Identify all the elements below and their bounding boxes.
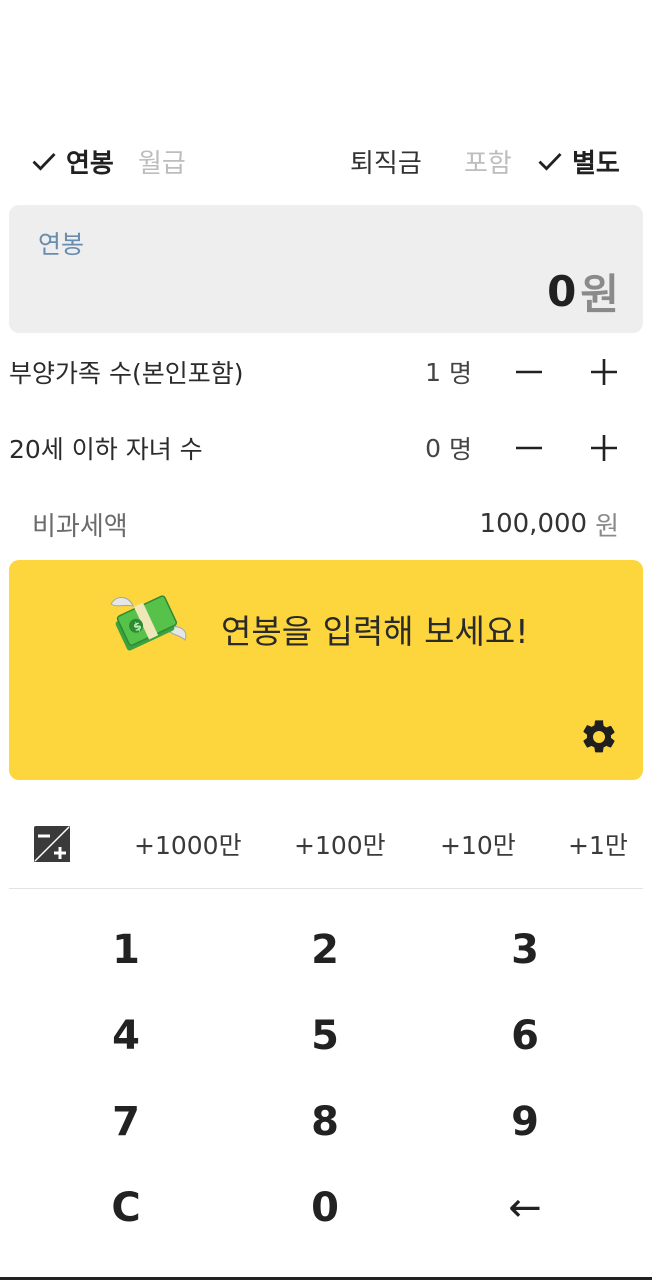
minus-icon: [516, 370, 542, 374]
key-clear[interactable]: C: [56, 1168, 196, 1248]
salary-input-field[interactable]: 연봉 0 원: [9, 205, 643, 333]
severance-label: 퇴직금: [350, 138, 422, 184]
dependents-plus-button[interactable]: [582, 350, 626, 394]
add-10k-button[interactable]: +1만: [568, 812, 628, 876]
annual-toggle-label: 연봉: [66, 148, 114, 179]
add-1m-button[interactable]: +100만: [294, 812, 386, 876]
key-5[interactable]: 5: [255, 996, 395, 1076]
salary-input-label: 연봉: [38, 230, 85, 259]
key-2[interactable]: 2: [255, 910, 395, 990]
plus-minus-toggle-icon[interactable]: [32, 824, 72, 864]
key-7[interactable]: 7: [56, 1082, 196, 1162]
gear-icon[interactable]: [579, 717, 619, 757]
quick-add-row: +1000만 +100만 +10만 +1만: [0, 812, 652, 876]
monthly-toggle[interactable]: 월급: [138, 138, 186, 184]
toggle-row: 연봉 월급 퇴직금 포함 별도: [0, 138, 652, 184]
dependents-row: 부양가족 수(본인포함) 1 명: [0, 344, 652, 400]
annual-toggle[interactable]: 연봉: [30, 138, 114, 184]
children-count-value: 0: [425, 433, 441, 463]
tax-free-value: 100,000: [479, 509, 588, 539]
salary-value: 0: [547, 266, 577, 316]
key-9[interactable]: 9: [455, 1082, 595, 1162]
dependents-label: 부양가족 수(본인포함): [9, 359, 244, 388]
dependents-count-value: 1: [425, 357, 441, 387]
tax-free-unit: 원: [595, 511, 619, 542]
monthly-toggle-label: 월급: [138, 148, 186, 179]
dependents-count: 1 명: [425, 344, 472, 400]
key-0[interactable]: 0: [255, 1168, 395, 1248]
include-label: 포함: [464, 148, 512, 179]
check-icon: [538, 153, 562, 171]
check-icon: [32, 153, 56, 171]
divider: [9, 888, 643, 889]
salary-calculator-screen: 연봉 월급 퇴직금 포함 별도 연봉 0 원 부양가족 수(본인포함) 1 명: [0, 0, 652, 1280]
add-10m-button[interactable]: +1000만: [134, 812, 242, 876]
plus-icon: [591, 435, 617, 461]
tax-free-row[interactable]: 비과세액 100,000 원: [0, 498, 652, 550]
plus-icon: [591, 359, 617, 385]
minus-icon: [516, 446, 542, 450]
key-6[interactable]: 6: [455, 996, 595, 1076]
children-label: 20세 이하 자녀 수: [9, 435, 203, 464]
dependents-count-unit: 명: [448, 359, 472, 388]
result-message: 연봉을 입력해 보세요!: [221, 612, 529, 651]
children-count: 0 명: [425, 420, 472, 476]
salary-amount: 0 원: [547, 261, 619, 321]
tax-free-amount: 100,000 원: [480, 498, 619, 550]
dependents-minus-button[interactable]: [507, 350, 551, 394]
children-plus-button[interactable]: [582, 426, 626, 470]
flying-money-icon: $: [110, 595, 187, 651]
children-row: 20세 이하 자녀 수 0 명: [0, 420, 652, 476]
key-3[interactable]: 3: [455, 910, 595, 990]
children-minus-button[interactable]: [507, 426, 551, 470]
severance-label-text: 퇴직금: [350, 148, 422, 179]
add-100k-button[interactable]: +10만: [440, 812, 516, 876]
result-card: $ 연봉을 입력해 보세요!: [9, 560, 643, 780]
key-backspace[interactable]: ←: [455, 1168, 595, 1248]
key-4[interactable]: 4: [56, 996, 196, 1076]
separate-label: 별도: [572, 148, 620, 179]
severance-separate-toggle[interactable]: 별도: [536, 138, 620, 184]
key-1[interactable]: 1: [56, 910, 196, 990]
tax-free-label: 비과세액: [32, 511, 128, 542]
salary-unit: 원: [580, 269, 619, 319]
severance-include-toggle[interactable]: 포함: [464, 138, 512, 184]
children-count-unit: 명: [448, 435, 472, 464]
key-8[interactable]: 8: [255, 1082, 395, 1162]
